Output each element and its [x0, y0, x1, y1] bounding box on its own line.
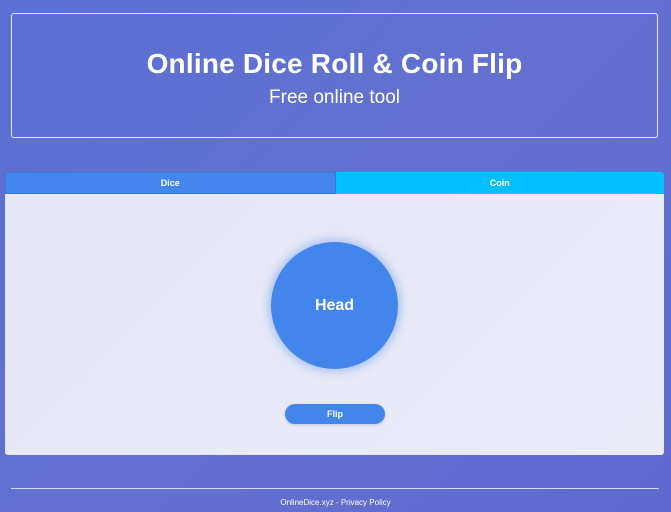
footer-separator: - — [333, 498, 341, 507]
coin: Head — [271, 242, 398, 369]
footer-privacy-link[interactable]: Privacy Policy — [341, 498, 391, 507]
header-box: Online Dice Roll & Coin Flip Free online… — [11, 13, 658, 138]
tab-dice[interactable]: Dice — [5, 172, 336, 194]
tab-bar: Dice Coin — [5, 172, 664, 194]
page-title: Online Dice Roll & Coin Flip — [146, 48, 523, 79]
page-subtitle: Free online tool — [269, 87, 400, 108]
footer: OnlineDice.xyz - Privacy Policy — [0, 498, 671, 507]
coin-panel: Head Flip — [5, 194, 664, 455]
tab-coin[interactable]: Coin — [335, 172, 664, 194]
footer-divider — [11, 488, 659, 489]
coin-result: Head — [314, 296, 355, 314]
footer-site-link[interactable]: OnlineDice.xyz — [280, 498, 333, 507]
flip-button[interactable]: Flip — [285, 404, 385, 424]
